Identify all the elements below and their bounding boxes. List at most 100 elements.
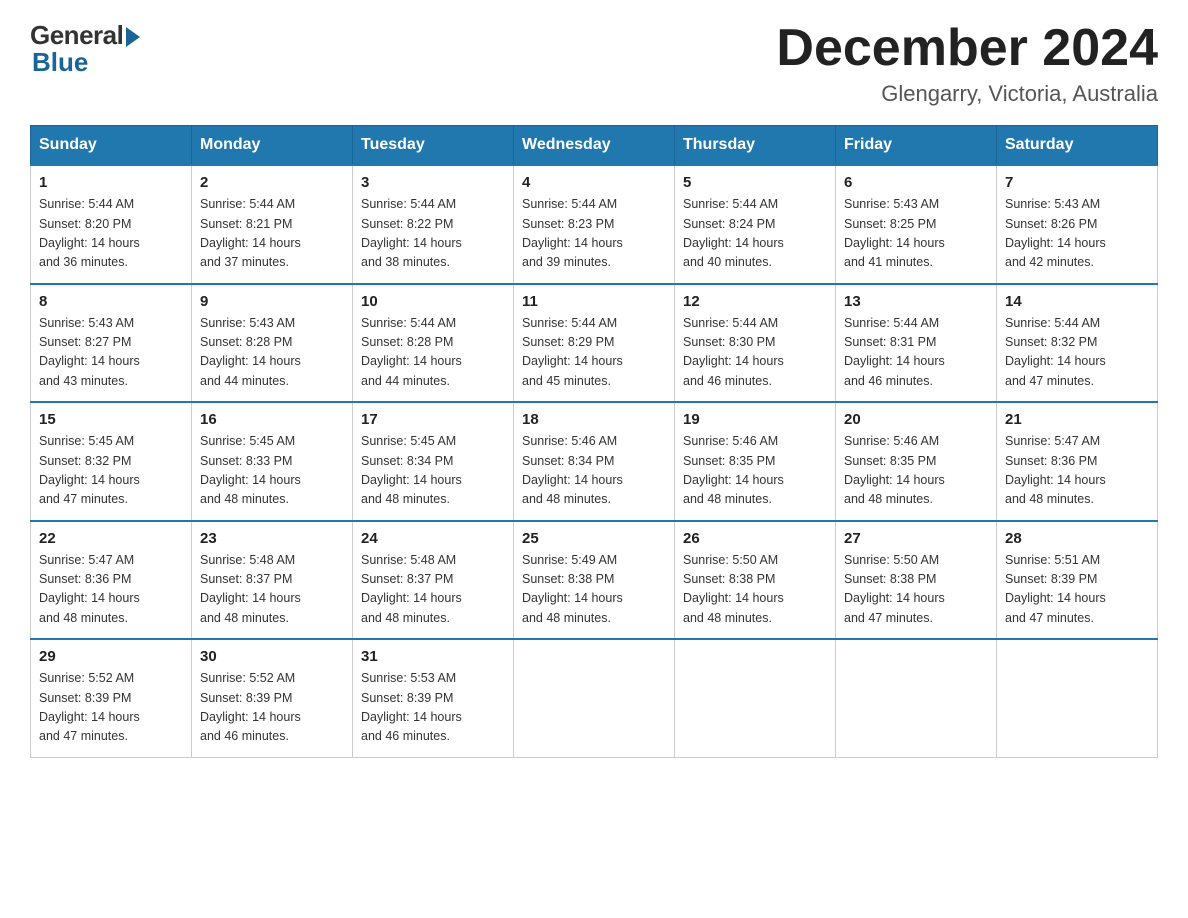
day-info: Sunrise: 5:46 AMSunset: 8:34 PMDaylight:… [522,432,666,510]
day-info: Sunrise: 5:44 AMSunset: 8:22 PMDaylight:… [361,195,505,273]
day-number: 21 [1005,411,1149,428]
calendar-table: SundayMondayTuesdayWednesdayThursdayFrid… [30,125,1158,758]
day-info: Sunrise: 5:44 AMSunset: 8:21 PMDaylight:… [200,195,344,273]
day-number: 31 [361,648,505,665]
week-row-4: 22 Sunrise: 5:47 AMSunset: 8:36 PMDayligh… [31,521,1158,640]
day-number: 6 [844,174,988,191]
day-info: Sunrise: 5:47 AMSunset: 8:36 PMDaylight:… [39,551,183,629]
day-number: 28 [1005,530,1149,547]
day-info: Sunrise: 5:52 AMSunset: 8:39 PMDaylight:… [39,669,183,747]
day-info: Sunrise: 5:48 AMSunset: 8:37 PMDaylight:… [361,551,505,629]
calendar-cell: 23 Sunrise: 5:48 AMSunset: 8:37 PMDayligh… [192,521,353,640]
calendar-cell [675,639,836,757]
day-info: Sunrise: 5:44 AMSunset: 8:31 PMDaylight:… [844,314,988,392]
calendar-cell [997,639,1158,757]
calendar-cell: 24 Sunrise: 5:48 AMSunset: 8:37 PMDayligh… [353,521,514,640]
header-friday: Friday [836,126,997,166]
week-row-5: 29 Sunrise: 5:52 AMSunset: 8:39 PMDayligh… [31,639,1158,757]
day-number: 27 [844,530,988,547]
calendar-cell: 16 Sunrise: 5:45 AMSunset: 8:33 PMDayligh… [192,402,353,521]
day-number: 20 [844,411,988,428]
title-section: December 2024 Glengarry, Victoria, Austr… [776,20,1158,107]
day-number: 5 [683,174,827,191]
day-number: 18 [522,411,666,428]
day-number: 17 [361,411,505,428]
logo-arrow-icon [126,27,140,47]
calendar-cell: 2 Sunrise: 5:44 AMSunset: 8:21 PMDaylight… [192,165,353,284]
calendar-cell: 10 Sunrise: 5:44 AMSunset: 8:28 PMDayligh… [353,284,514,403]
calendar-cell: 1Sunrise: 5:44 AMSunset: 8:20 PMDaylight… [31,165,192,284]
calendar-cell: 13Sunrise: 5:44 AMSunset: 8:31 PMDayligh… [836,284,997,403]
calendar-cell: 17Sunrise: 5:45 AMSunset: 8:34 PMDayligh… [353,402,514,521]
day-number: 29 [39,648,183,665]
calendar-cell: 20Sunrise: 5:46 AMSunset: 8:35 PMDayligh… [836,402,997,521]
day-info: Sunrise: 5:53 AMSunset: 8:39 PMDaylight:… [361,669,505,747]
day-number: 22 [39,530,183,547]
day-info: Sunrise: 5:44 AMSunset: 8:32 PMDaylight:… [1005,314,1149,392]
calendar-cell: 14 Sunrise: 5:44 AMSunset: 8:32 PMDayligh… [997,284,1158,403]
location-title: Glengarry, Victoria, Australia [776,81,1158,107]
day-info: Sunrise: 5:44 AMSunset: 8:20 PMDaylight:… [39,195,183,273]
calendar-cell: 29 Sunrise: 5:52 AMSunset: 8:39 PMDayligh… [31,639,192,757]
calendar-cell: 21 Sunrise: 5:47 AMSunset: 8:36 PMDayligh… [997,402,1158,521]
week-row-1: 1Sunrise: 5:44 AMSunset: 8:20 PMDaylight… [31,165,1158,284]
calendar-cell: 25 Sunrise: 5:49 AMSunset: 8:38 PMDayligh… [514,521,675,640]
calendar-cell: 6Sunrise: 5:43 AMSunset: 8:25 PMDaylight… [836,165,997,284]
calendar-cell: 7 Sunrise: 5:43 AMSunset: 8:26 PMDaylight… [997,165,1158,284]
day-number: 15 [39,411,183,428]
calendar-cell: 31 Sunrise: 5:53 AMSunset: 8:39 PMDayligh… [353,639,514,757]
day-info: Sunrise: 5:52 AMSunset: 8:39 PMDaylight:… [200,669,344,747]
day-info: Sunrise: 5:43 AMSunset: 8:27 PMDaylight:… [39,314,183,392]
day-number: 19 [683,411,827,428]
day-number: 3 [361,174,505,191]
day-number: 2 [200,174,344,191]
day-info: Sunrise: 5:44 AMSunset: 8:30 PMDaylight:… [683,314,827,392]
day-info: Sunrise: 5:44 AMSunset: 8:29 PMDaylight:… [522,314,666,392]
day-number: 12 [683,293,827,310]
day-info: Sunrise: 5:51 AMSunset: 8:39 PMDaylight:… [1005,551,1149,629]
day-number: 14 [1005,293,1149,310]
day-info: Sunrise: 5:43 AMSunset: 8:26 PMDaylight:… [1005,195,1149,273]
day-info: Sunrise: 5:46 AMSunset: 8:35 PMDaylight:… [683,432,827,510]
calendar-cell: 27 Sunrise: 5:50 AMSunset: 8:38 PMDayligh… [836,521,997,640]
month-title: December 2024 [776,20,1158,77]
day-info: Sunrise: 5:48 AMSunset: 8:37 PMDaylight:… [200,551,344,629]
day-number: 30 [200,648,344,665]
day-info: Sunrise: 5:49 AMSunset: 8:38 PMDaylight:… [522,551,666,629]
header-saturday: Saturday [997,126,1158,166]
calendar-cell [514,639,675,757]
day-number: 16 [200,411,344,428]
calendar-cell: 30 Sunrise: 5:52 AMSunset: 8:39 PMDayligh… [192,639,353,757]
calendar-cell: 28 Sunrise: 5:51 AMSunset: 8:39 PMDayligh… [997,521,1158,640]
day-number: 10 [361,293,505,310]
header-wednesday: Wednesday [514,126,675,166]
day-info: Sunrise: 5:45 AMSunset: 8:32 PMDaylight:… [39,432,183,510]
header-thursday: Thursday [675,126,836,166]
day-number: 24 [361,530,505,547]
calendar-cell: 9 Sunrise: 5:43 AMSunset: 8:28 PMDaylight… [192,284,353,403]
calendar-cell: 22 Sunrise: 5:47 AMSunset: 8:36 PMDayligh… [31,521,192,640]
header-sunday: Sunday [31,126,192,166]
week-row-2: 8Sunrise: 5:43 AMSunset: 8:27 PMDaylight… [31,284,1158,403]
day-info: Sunrise: 5:44 AMSunset: 8:23 PMDaylight:… [522,195,666,273]
day-number: 26 [683,530,827,547]
calendar-cell: 19 Sunrise: 5:46 AMSunset: 8:35 PMDayligh… [675,402,836,521]
day-number: 11 [522,293,666,310]
calendar-cell: 4Sunrise: 5:44 AMSunset: 8:23 PMDaylight… [514,165,675,284]
day-number: 9 [200,293,344,310]
day-info: Sunrise: 5:44 AMSunset: 8:28 PMDaylight:… [361,314,505,392]
day-info: Sunrise: 5:50 AMSunset: 8:38 PMDaylight:… [844,551,988,629]
day-number: 23 [200,530,344,547]
header-tuesday: Tuesday [353,126,514,166]
day-info: Sunrise: 5:43 AMSunset: 8:28 PMDaylight:… [200,314,344,392]
day-number: 25 [522,530,666,547]
logo: General Blue [30,20,140,78]
calendar-cell: 5Sunrise: 5:44 AMSunset: 8:24 PMDaylight… [675,165,836,284]
day-info: Sunrise: 5:50 AMSunset: 8:38 PMDaylight:… [683,551,827,629]
week-row-3: 15 Sunrise: 5:45 AMSunset: 8:32 PMDayligh… [31,402,1158,521]
day-number: 7 [1005,174,1149,191]
day-info: Sunrise: 5:45 AMSunset: 8:33 PMDaylight:… [200,432,344,510]
day-info: Sunrise: 5:47 AMSunset: 8:36 PMDaylight:… [1005,432,1149,510]
logo-blue-text: Blue [32,47,88,78]
calendar-cell: 18 Sunrise: 5:46 AMSunset: 8:34 PMDayligh… [514,402,675,521]
